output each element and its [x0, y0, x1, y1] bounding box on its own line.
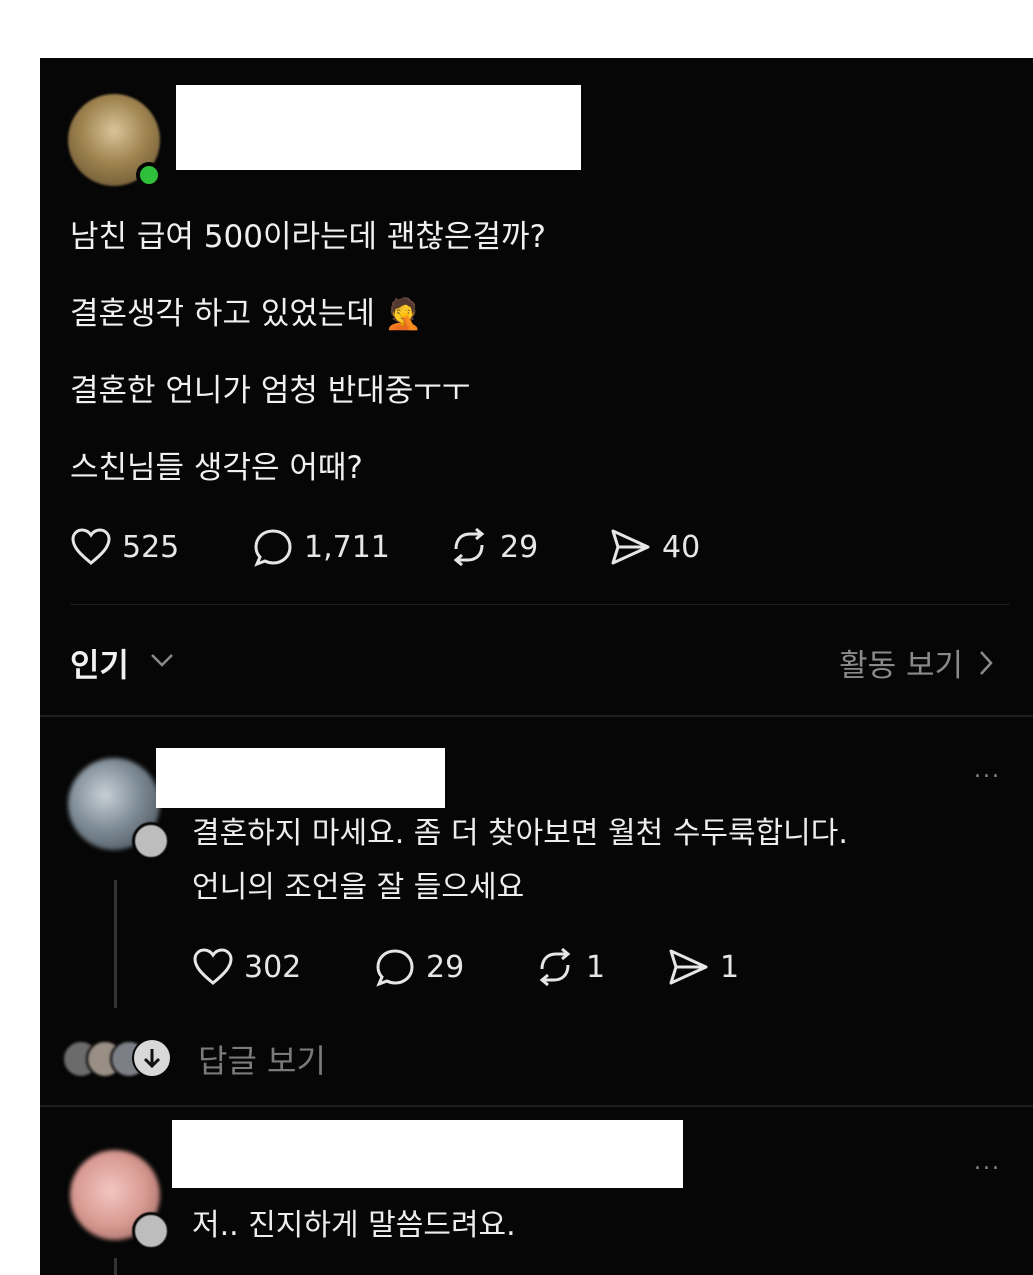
comment-count: 1,711	[304, 529, 390, 565]
more-options-button[interactable]: ...	[974, 758, 1001, 783]
section-divider	[40, 715, 1033, 717]
comment-text-line-1: 결혼하지 마세요. 좀 더 찾아보면 월천 수두룩합니다.	[192, 816, 848, 851]
post-divider	[70, 604, 1010, 605]
comment-share-button[interactable]: 1	[666, 945, 739, 989]
like-button[interactable]: 525	[70, 525, 179, 569]
arrow-down-icon[interactable]	[132, 1038, 172, 1078]
share-button[interactable]: 40	[608, 525, 700, 569]
chevron-down-icon[interactable]	[148, 650, 176, 670]
comment-reply-button[interactable]: 29	[374, 945, 464, 989]
comment-text-line-2: 언니의 조언을 잘 들으세요	[192, 870, 525, 905]
comment-button[interactable]: 1,711	[252, 525, 390, 569]
heart-icon	[71, 528, 111, 565]
online-status-dot	[136, 162, 162, 188]
sort-dropdown[interactable]: 인기	[70, 640, 129, 686]
heart-icon	[193, 948, 233, 985]
view-replies-button[interactable]: 답글 보기	[198, 1036, 326, 1082]
more-options-button[interactable]: ...	[974, 1150, 1001, 1175]
thread-line	[114, 880, 117, 1008]
chevron-right-icon	[980, 650, 993, 675]
repost-button[interactable]: 29	[448, 525, 538, 569]
follow-plus-icon[interactable]	[132, 822, 170, 860]
comment-share-count: 1	[720, 949, 740, 985]
post-text-line-1: 남친 급여 500이라는데 괜찮은걸까?	[70, 219, 546, 255]
view-activity-label: 활동 보기	[839, 648, 963, 684]
post-text-line-2-text: 결혼생각 하고 있었는데	[70, 296, 375, 332]
like-count: 525	[122, 529, 180, 565]
comment-repost-button[interactable]: 1	[534, 945, 605, 989]
repost-icon	[539, 947, 571, 987]
post-text-line-4: 스친님들 생각은 어때?	[70, 450, 363, 486]
comment-text-line-1: 저.. 진지하게 말씀드려요.	[192, 1208, 516, 1243]
comment-bubble-icon	[376, 949, 414, 987]
repost-count: 29	[500, 529, 539, 565]
comment-bubble-icon	[254, 529, 292, 567]
post-text-line-2: 결혼생각 하고 있었는데 🤦	[70, 294, 422, 335]
send-icon	[669, 949, 708, 985]
share-count: 40	[662, 529, 701, 565]
post-text-line-3: 결혼한 언니가 엄청 반대중ㅜㅜ	[70, 373, 471, 409]
send-icon	[611, 529, 650, 565]
comment-reply-count: 29	[426, 949, 465, 985]
comment-like-button[interactable]: 302	[192, 945, 301, 989]
comment-divider	[40, 1105, 1033, 1107]
app-screen: 남친 급여 500이라는데 괜찮은걸까? 결혼생각 하고 있었는데 🤦 결혼한 …	[40, 58, 1033, 1275]
repost-icon	[453, 527, 485, 567]
commenter-name-redacted	[156, 748, 445, 808]
comment-repost-count: 1	[586, 949, 606, 985]
facepalm-emoji: 🤦	[384, 297, 423, 332]
comment-actions: 302 29 1 1	[192, 945, 792, 989]
post-actions: 525 1,711 29 40	[70, 525, 770, 569]
commenter-name-redacted	[172, 1120, 683, 1188]
view-activity-link[interactable]: 활동 보기	[839, 640, 995, 685]
author-name-redacted	[176, 85, 581, 170]
follow-plus-icon[interactable]	[132, 1212, 170, 1250]
thread-line	[114, 1258, 117, 1275]
comment-like-count: 302	[244, 949, 302, 985]
